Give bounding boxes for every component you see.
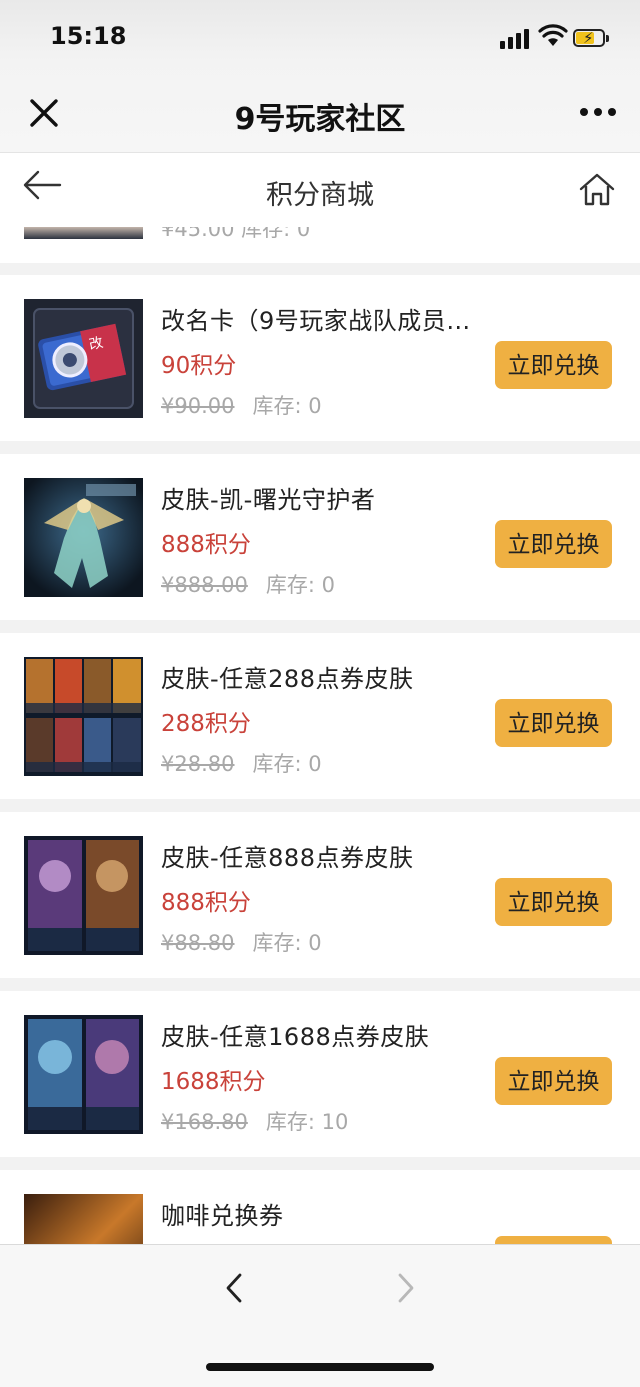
product-name: 皮肤-任意288点券皮肤 bbox=[161, 665, 414, 693]
battery-icon: ⚡ bbox=[573, 29, 609, 49]
product-meta: ¥888.00 库存: 0 bbox=[161, 569, 335, 599]
product-name: 皮肤-凯-曙光守护者 bbox=[161, 486, 376, 514]
product-points: 288积分 bbox=[161, 711, 251, 737]
chevron-left-icon[interactable] bbox=[220, 1271, 250, 1305]
product-thumbnail bbox=[24, 1194, 143, 1244]
product-name: 咖啡兑换券 bbox=[161, 1202, 284, 1230]
wifi-icon bbox=[538, 24, 568, 46]
product-meta: ¥88.80 库存: 0 bbox=[161, 927, 322, 957]
list-item[interactable]: 皮肤-凯-曙光守护者 888积分 ¥888.00 库存: 0 立即兑换 bbox=[0, 454, 640, 620]
redeem-button[interactable]: 立即兑换 bbox=[495, 1057, 612, 1105]
product-meta: ¥168.80 库存: 10 bbox=[161, 1106, 348, 1136]
product-points: 90积分 bbox=[161, 353, 237, 379]
product-name: 皮肤-任意888点券皮肤 bbox=[161, 844, 414, 872]
signal-icon bbox=[500, 27, 532, 49]
list-item[interactable]: 咖啡兑换券 bbox=[0, 1170, 640, 1244]
product-thumbnail bbox=[24, 1015, 143, 1134]
redeem-button[interactable]: 立即兑换 bbox=[495, 520, 612, 568]
top-bar: 15:18 ⚡ 9号玩家社区 bbox=[0, 0, 640, 152]
stock-count: 库存: 0 bbox=[252, 394, 322, 418]
more-dots-icon[interactable] bbox=[578, 104, 618, 120]
product-meta: ¥90.00 库存: 0 bbox=[161, 390, 322, 420]
product-meta: ¥45.00 库存: 0 bbox=[161, 227, 311, 241]
page-header: 积分商城 bbox=[0, 152, 640, 228]
product-points: 888积分 bbox=[161, 532, 251, 558]
original-price: ¥28.80 bbox=[161, 752, 235, 776]
product-points: 888积分 bbox=[161, 890, 251, 916]
list-item-partial: ¥45.00 库存: 0 bbox=[0, 227, 640, 263]
status-time: 15:18 bbox=[50, 22, 127, 50]
wechat-title: 9号玩家社区 bbox=[234, 102, 406, 137]
browser-bottom-bar bbox=[0, 1244, 640, 1387]
redeem-button[interactable]: 立即兑换 bbox=[495, 699, 612, 747]
home-icon[interactable] bbox=[578, 171, 616, 207]
product-thumbnail bbox=[24, 478, 143, 597]
product-thumbnail: 改 bbox=[24, 299, 143, 418]
redeem-button[interactable]: 立即兑换 bbox=[495, 341, 612, 389]
original-price: ¥88.80 bbox=[161, 931, 235, 955]
product-thumbnail bbox=[24, 227, 143, 239]
original-price: ¥888.00 bbox=[161, 573, 248, 597]
product-name: 改名卡（9号玩家战队成员… bbox=[161, 307, 471, 335]
list-item[interactable]: 皮肤-任意1688点券皮肤 1688积分 ¥168.80 库存: 10 立即兑换 bbox=[0, 991, 640, 1157]
list-item[interactable]: 皮肤-任意888点券皮肤 888积分 ¥88.80 库存: 0 立即兑换 bbox=[0, 812, 640, 978]
product-thumbnail bbox=[24, 657, 143, 776]
original-price: ¥90.00 bbox=[161, 394, 235, 418]
product-thumbnail bbox=[24, 836, 143, 955]
stock-count: 库存: 10 bbox=[265, 1110, 349, 1134]
original-price: ¥168.80 bbox=[161, 1110, 248, 1134]
chevron-right-icon[interactable] bbox=[390, 1271, 420, 1305]
page-title: 积分商城 bbox=[266, 180, 374, 211]
product-meta: ¥28.80 库存: 0 bbox=[161, 748, 322, 778]
redeem-button[interactable] bbox=[495, 1236, 612, 1244]
home-indicator bbox=[206, 1363, 434, 1371]
stock-count: 库存: 0 bbox=[252, 752, 322, 776]
product-points: 1688积分 bbox=[161, 1069, 266, 1095]
redeem-button[interactable]: 立即兑换 bbox=[495, 878, 612, 926]
stock-count: 库存: 0 bbox=[252, 931, 322, 955]
product-name: 皮肤-任意1688点券皮肤 bbox=[161, 1023, 430, 1051]
list-item[interactable]: 改 改名卡（9号玩家战队成员… 90积分 ¥90.00 库存: 0 立即兑换 bbox=[0, 275, 640, 441]
stock-count: 库存: 0 bbox=[265, 573, 335, 597]
list-item[interactable]: 皮肤-任意288点券皮肤 288积分 ¥28.80 库存: 0 立即兑换 bbox=[0, 633, 640, 799]
product-list[interactable]: ¥45.00 库存: 0 改 改名卡（9号玩家战队成员… 90积分 ¥90.00… bbox=[0, 227, 640, 1244]
